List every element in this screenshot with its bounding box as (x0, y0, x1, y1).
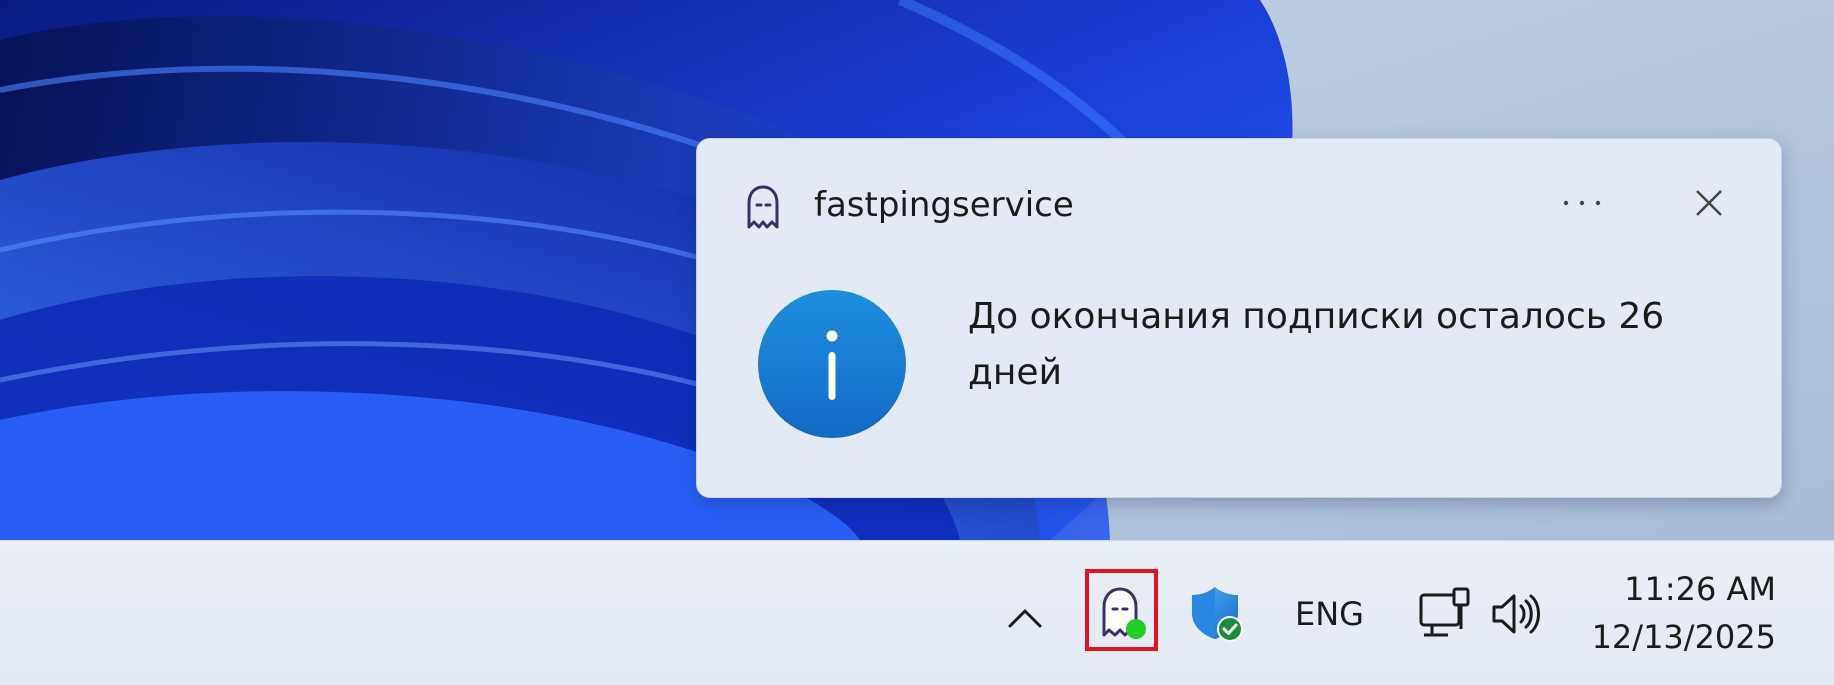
ethernet-icon[interactable] (1418, 587, 1474, 643)
more-options-button[interactable] (1552, 179, 1612, 227)
speaker-icon[interactable] (1490, 591, 1542, 637)
toast-message: До окончания подписки осталось 26 дней (968, 296, 1665, 393)
show-hidden-icons-button[interactable] (1000, 593, 1050, 643)
toast-notification[interactable]: fastpingservice До окончания подписки ос… (696, 138, 1782, 498)
windows-security-icon[interactable] (1190, 585, 1246, 643)
toast-app-name: fastpingservice (814, 185, 1074, 225)
close-icon (1696, 190, 1722, 216)
clock[interactable]: 11:26 AM 12/13/2025 (1570, 565, 1776, 661)
clock-time: 11:26 AM (1624, 570, 1776, 608)
ghost-icon[interactable] (1098, 585, 1148, 641)
taskbar: ENG 11:26 AM 12/13/2025 (0, 540, 1834, 685)
clock-date: 12/13/2025 (1591, 618, 1776, 656)
more-options-icon (1563, 200, 1601, 206)
status-dot-icon (1126, 619, 1146, 639)
desktop: fastpingservice До окончания подписки ос… (0, 0, 1834, 540)
close-button[interactable] (1681, 177, 1737, 229)
chevron-up-icon (1008, 609, 1042, 628)
input-language-indicator[interactable]: ENG (1295, 595, 1364, 633)
info-icon (758, 290, 906, 438)
ghost-icon (747, 185, 779, 229)
